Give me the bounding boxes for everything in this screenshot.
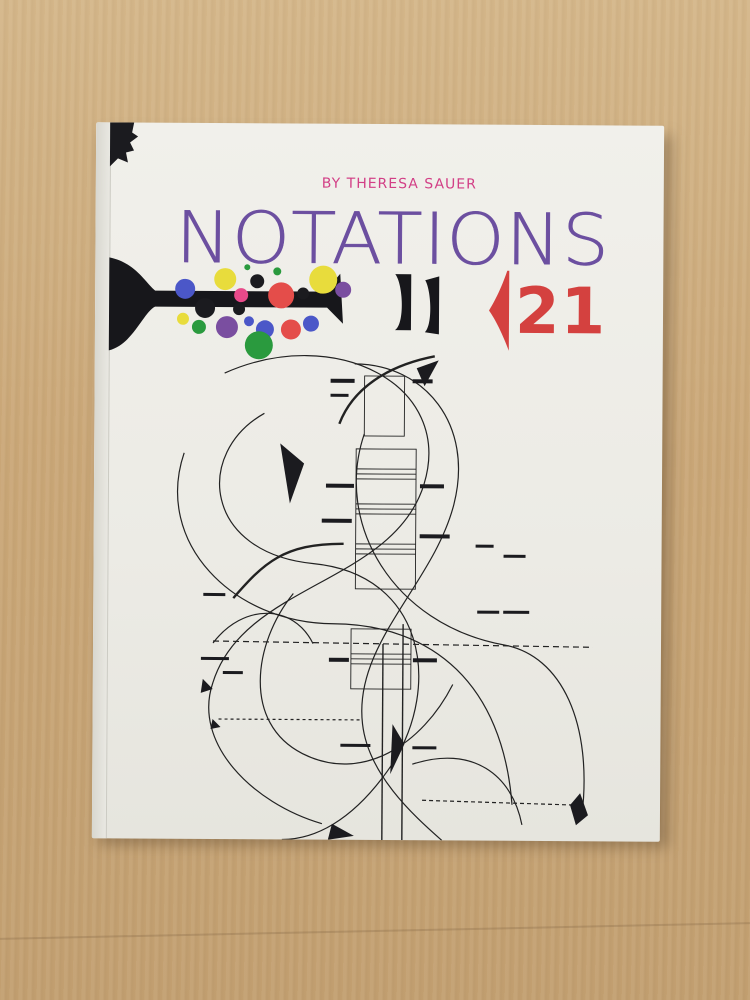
note-cluster: [330, 378, 355, 383]
graphic-score: [177, 355, 594, 841]
note-cluster: [200, 656, 229, 661]
staff-box: [363, 375, 406, 437]
note-clusters: [200, 360, 588, 840]
note-cluster: [325, 483, 354, 488]
dot: [268, 282, 295, 309]
note-cluster: [340, 743, 371, 747]
wedge-shape: [570, 793, 588, 826]
author-line: BY THERESA SAUER: [321, 175, 477, 193]
note-cluster: [321, 518, 352, 523]
dot: [297, 287, 310, 300]
note-cluster: [412, 658, 437, 663]
score-curve: [354, 363, 459, 841]
wedge-shape: [210, 718, 221, 729]
score-curve: [355, 433, 585, 816]
corner-gear-shape: [109, 122, 139, 167]
volume-number: 21: [514, 274, 607, 350]
note-cluster: [477, 610, 500, 614]
score-curve: [412, 757, 523, 825]
wedge-shape: [327, 823, 354, 840]
note-cluster: [328, 657, 349, 662]
horn-flare-right-2: [424, 276, 440, 335]
dot: [191, 319, 206, 334]
score-line: [232, 542, 344, 599]
dot: [176, 312, 189, 325]
score-line-dashed: [218, 718, 363, 721]
score-line: [401, 624, 404, 841]
horn-flare-right: [394, 274, 412, 331]
dot: [302, 315, 319, 332]
wedge-shape: [280, 443, 305, 504]
dot: [175, 278, 196, 299]
note-cluster: [412, 746, 437, 750]
book-cover: BY THERESA SAUER NOTATIONS 21: [91, 122, 665, 842]
staff-blocks: [350, 375, 417, 690]
dot: [234, 288, 249, 303]
note-cluster: [330, 393, 349, 397]
score-line-dashed: [422, 799, 581, 806]
note-cluster: [419, 534, 450, 539]
dot: [195, 297, 216, 318]
red-flare: [489, 270, 510, 351]
note-cluster: [503, 610, 530, 614]
note-cluster: [419, 484, 444, 489]
book-title: NOTATIONS: [175, 196, 611, 283]
note-cluster: [503, 554, 526, 558]
dot: [233, 303, 246, 316]
score-line: [338, 355, 435, 425]
note-cluster: [203, 592, 226, 597]
dot: [244, 331, 273, 360]
dot: [215, 316, 238, 339]
note-cluster: [475, 544, 494, 548]
score-line: [381, 644, 384, 841]
staff-box: [354, 448, 417, 590]
note-cluster: [222, 671, 243, 675]
dot: [243, 316, 254, 327]
dot: [335, 281, 352, 298]
dot: [280, 319, 301, 340]
